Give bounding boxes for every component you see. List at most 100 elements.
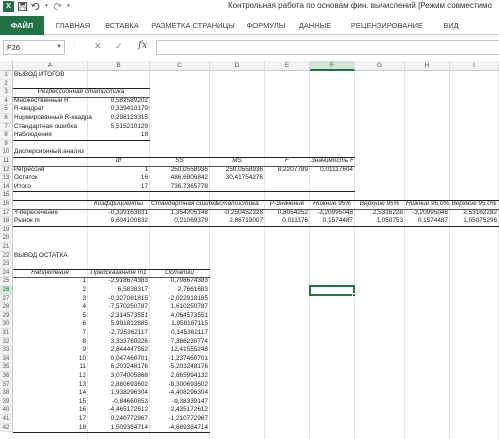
cell-c38[interactable]: -4,408296304 [150,389,209,398]
cell-d12[interactable]: 250,0558936 [210,166,264,175]
cell-c18[interactable]: 0,21069379 [150,217,209,226]
row-header[interactable]: 20 [0,234,13,243]
cell-b37[interactable]: 2,880693602 [88,381,149,390]
cell-a3[interactable]: Регрессионная статистика [13,88,149,97]
cell-a41[interactable]: 17 [13,415,87,424]
row-header[interactable]: 23 [0,260,13,269]
cancel-icon[interactable]: ✕ [94,41,102,52]
cell-c32[interactable]: 7,386230774 [150,338,209,347]
redo-icon[interactable] [53,2,62,11]
insert-function-button[interactable]: fx [138,40,147,51]
cell-b28[interactable]: -7,570250787 [88,303,149,312]
cell-a30[interactable]: 6 [13,320,87,329]
cell-b31[interactable]: -2,725362117 [88,329,149,338]
cell-b25[interactable]: -2,918674383 [88,277,149,286]
row-header[interactable]: 22 [0,251,13,261]
cell-c29[interactable]: 4,064573551 [150,312,209,321]
cell-b5[interactable]: 0,339410179 [88,105,149,114]
row-header[interactable]: 5 [0,105,13,114]
cell-b11[interactable]: df [88,157,149,166]
row-header[interactable]: 15 [0,191,13,200]
cell-f11[interactable]: Значимость F [310,157,354,166]
cell-a4[interactable]: Множественный R [13,97,87,106]
cell-b7[interactable]: 5,515210129 [88,123,149,132]
select-all-corner[interactable] [0,61,13,71]
cell-b24[interactable]: Предсказанное m1 [88,269,149,278]
cell-a33[interactable]: 9 [13,346,87,355]
cell-e11[interactable]: F [265,157,309,166]
tab-home[interactable]: ГЛАВНАЯ [48,17,98,33]
undo-dropdown-icon[interactable]: ▾ [44,2,49,11]
cell-a1[interactable]: ВЫВОД ИТОГОВ [13,71,87,80]
row-header[interactable]: 30 [0,320,13,329]
row-header[interactable]: 38 [0,389,13,398]
cell-e16[interactable]: P-Значение [265,200,309,209]
row-header[interactable]: 26 [0,286,13,295]
cell-a18[interactable]: Рынок m [13,217,87,226]
cell-c12[interactable]: 250,0558936 [150,166,209,175]
row-header[interactable]: 25 [0,277,13,286]
cell-c14[interactable]: 736,7365778 [150,183,209,192]
cell-f18[interactable]: 0,1574487 [310,217,354,226]
cell-b30[interactable]: 5,991812885 [88,320,149,329]
row-header[interactable]: 1 [0,71,13,80]
cell-e12[interactable]: 8,2207789 [265,166,309,175]
chevron-down-icon[interactable]: ▼ [56,44,62,50]
cell-a24[interactable]: Наблюдение [13,269,87,278]
cell-a35[interactable]: 11 [13,363,87,372]
cell-b4[interactable]: 0,582589202 [88,97,149,106]
cell-a26[interactable]: 2 [13,286,87,295]
cell-b12[interactable]: 1 [88,166,149,175]
column-header-d[interactable]: D [210,61,265,71]
cell-d17[interactable]: -0,250452328 [210,209,264,218]
cell-b8[interactable]: 18 [88,131,149,140]
row-header[interactable]: 3 [0,88,13,97]
tab-formulas[interactable]: ФОРМУЛЫ [242,17,290,33]
cell-i18[interactable]: 1,05075296 [450,217,498,226]
row-header[interactable]: 29 [0,311,13,321]
row-header[interactable]: 9 [0,139,13,149]
cell-b29[interactable]: -2,314573551 [88,312,149,321]
cell-d16[interactable]: t-статистика [210,200,264,209]
column-header-g[interactable]: G [355,61,405,71]
cell-a25[interactable]: 1 [13,277,87,286]
cell-a28[interactable]: 4 [13,303,87,312]
cell-b13[interactable]: 16 [88,174,149,183]
cell-b14[interactable]: 17 [88,183,149,192]
cell-c30[interactable]: 1,958187115 [150,320,209,329]
cell-b17[interactable]: -0,339163831 [88,209,149,218]
cell-b16[interactable]: Коэффициенты [88,200,149,209]
cell-b39[interactable]: -0,84660853 [88,398,149,407]
cell-c24[interactable]: Остатки [150,269,209,278]
tab-data[interactable]: ДАННЫЕ [294,17,336,33]
cell-c37[interactable]: -8,300693602 [150,381,209,390]
row-header[interactable]: 10 [0,148,13,157]
cell-b6[interactable]: 0,298123315 [88,114,149,123]
column-header-e[interactable]: E [265,61,310,71]
tab-file[interactable]: ФАЙЛ [0,16,44,35]
cell-c33[interactable]: 12,41555248 [150,346,209,355]
cell-c36[interactable]: 2,865994132 [150,372,209,381]
active-cell-highlight[interactable] [309,285,355,296]
cell-a5[interactable]: R-квадрат [13,105,87,114]
cell-a12[interactable]: Регрессия [13,166,87,175]
cell-e17[interactable]: 0,8054252 [265,209,309,218]
cell-g18[interactable]: 1,050753 [355,217,404,226]
cell-c35[interactable]: -5,203248176 [150,363,209,372]
cell-b41[interactable]: 0,240772967 [88,415,149,424]
row-header[interactable]: 33 [0,346,13,355]
cell-c39[interactable]: -9,38339147 [150,398,209,407]
cell-d13[interactable]: 30,41754276 [210,174,264,183]
column-header-c[interactable]: C [150,61,210,71]
row-header[interactable]: 37 [0,380,13,390]
row-header[interactable]: 7 [0,122,13,132]
cell-c27[interactable]: -2,022918185 [150,295,209,304]
cell-a8[interactable]: Наблюдения [13,131,87,140]
cell-g17[interactable]: 2,5316228 [355,209,404,218]
cell-c17[interactable]: 1,354205148 [150,209,209,218]
cell-a14[interactable]: Итого [13,183,87,192]
row-header[interactable]: 21 [0,243,13,252]
tab-insert[interactable]: ВСТАВКА [100,17,144,33]
row-header[interactable]: 2 [0,79,13,89]
row-header[interactable]: 32 [0,337,13,347]
